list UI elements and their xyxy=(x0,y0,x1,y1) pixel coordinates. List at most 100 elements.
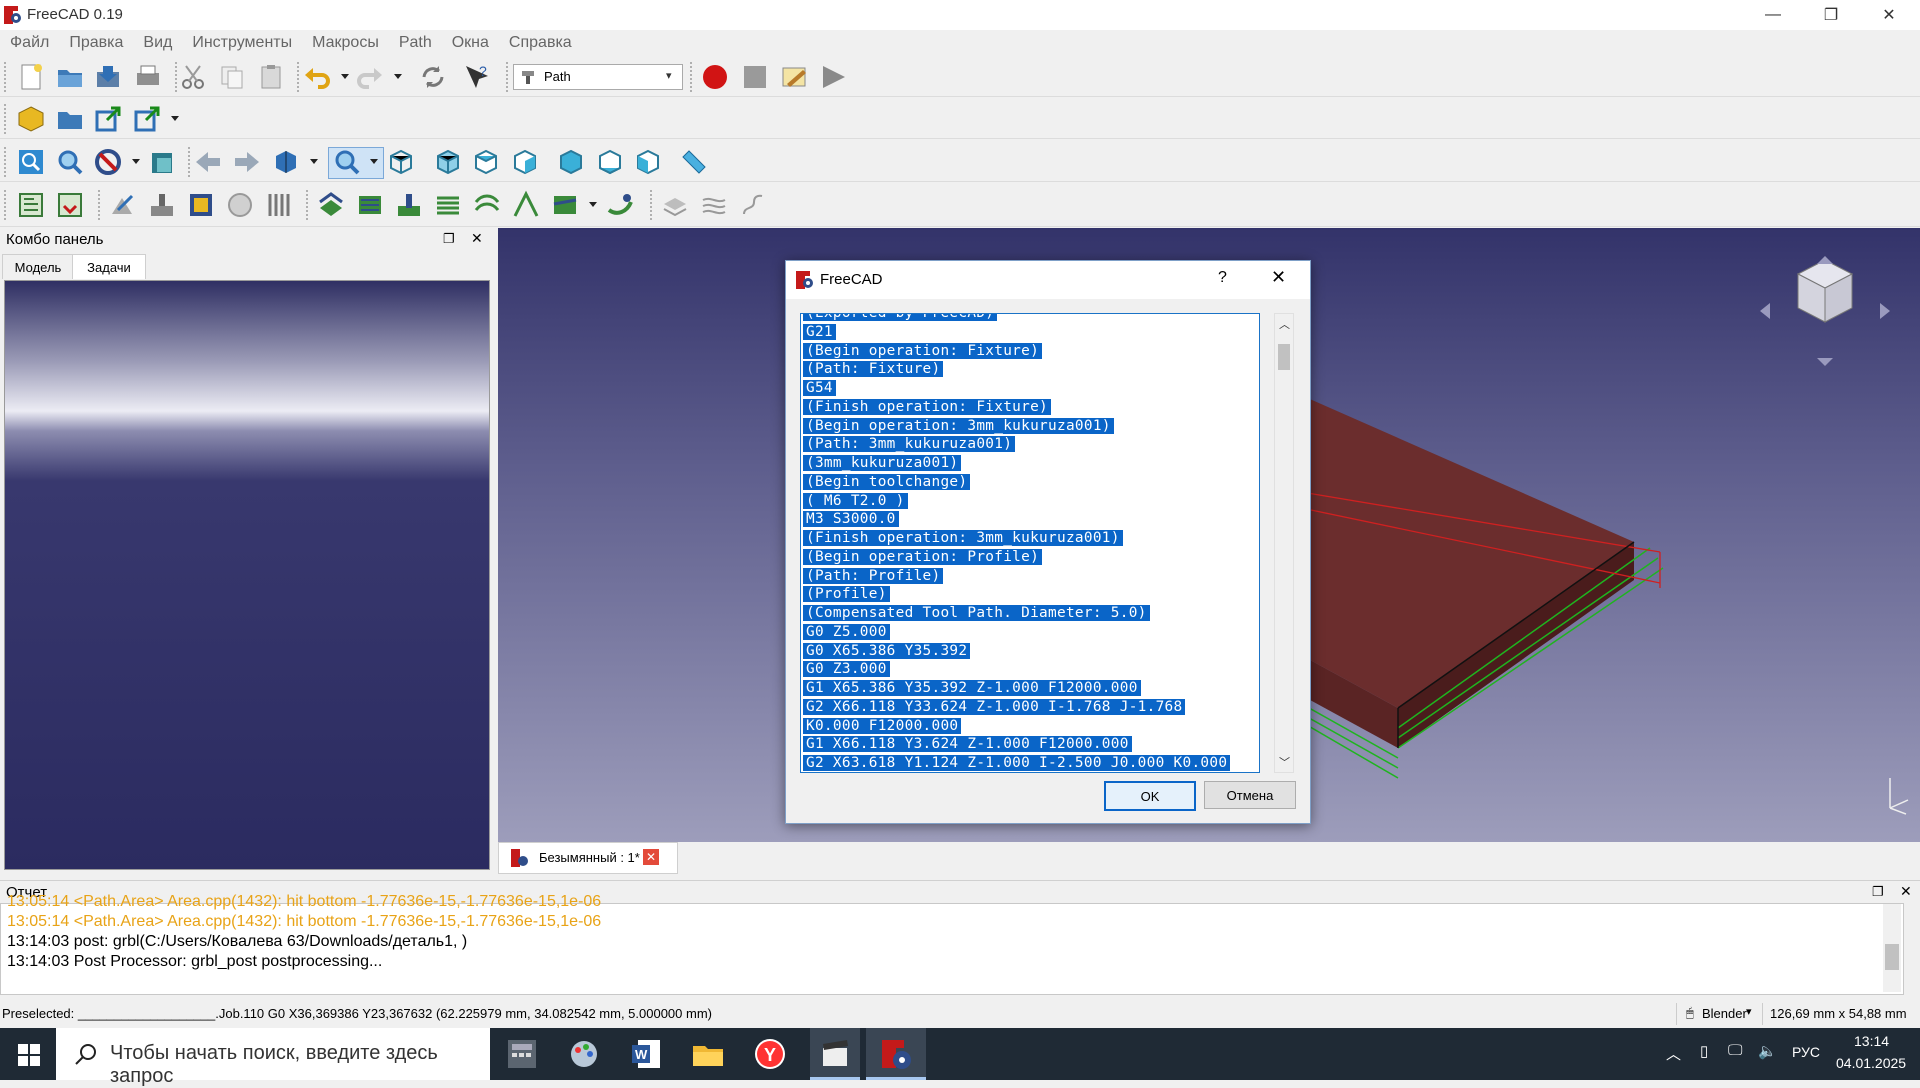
std-views-dropdown-icon[interactable] xyxy=(310,159,318,164)
open-folder-icon[interactable] xyxy=(55,62,85,92)
dressup-icon[interactable] xyxy=(605,190,635,220)
path-sanity-icon[interactable] xyxy=(186,190,216,220)
report-scroll-thumb[interactable] xyxy=(1885,944,1899,970)
toolbar-grip[interactable] xyxy=(4,190,9,220)
word-app-icon[interactable]: W xyxy=(628,1036,664,1072)
minimize-button[interactable]: — xyxy=(1744,0,1802,30)
link-icon[interactable] xyxy=(93,104,123,134)
drilling-icon[interactable] xyxy=(394,190,424,220)
forward-arrow-icon[interactable] xyxy=(232,147,262,177)
float-panel-icon[interactable]: ❐ xyxy=(443,231,455,247)
edit-macro-icon[interactable] xyxy=(779,62,809,92)
menu-file[interactable]: Файл xyxy=(0,34,59,52)
back-arrow-icon[interactable] xyxy=(193,147,223,177)
toolbar-grip[interactable] xyxy=(98,190,103,220)
redo-icon[interactable] xyxy=(355,62,385,92)
whats-this-icon[interactable]: ? xyxy=(462,62,492,92)
document-tab[interactable]: Безымянный : 1* ✕ xyxy=(498,842,678,874)
yandex-browser-icon[interactable]: Y xyxy=(752,1036,788,1072)
show-hidden-icons-icon[interactable]: ︿ xyxy=(1666,1043,1681,1064)
gcode-text-area[interactable]: (Exported by FreeCAD) G21 (Begin operation… xyxy=(800,313,1260,773)
close-window-button[interactable]: ✕ xyxy=(1860,0,1918,30)
run-macro-icon[interactable] xyxy=(818,62,848,92)
cut-icon[interactable] xyxy=(178,62,208,92)
language-indicator[interactable]: РУС xyxy=(1792,1044,1820,1060)
float-report-icon[interactable]: ❐ xyxy=(1872,884,1884,900)
tab-tasks[interactable]: Задачи xyxy=(72,254,146,279)
draw-style-dropdown-icon[interactable] xyxy=(132,159,140,164)
paste-icon[interactable] xyxy=(256,62,286,92)
scroll-down-icon[interactable]: ﹀ xyxy=(1279,754,1290,770)
menu-edit[interactable]: Правка xyxy=(59,34,133,52)
refresh-icon[interactable] xyxy=(418,62,448,92)
menu-macros[interactable]: Макросы xyxy=(302,34,389,52)
left-view-icon[interactable] xyxy=(633,147,663,177)
scroll-up-icon[interactable]: ︿ xyxy=(1279,316,1290,332)
operations-dropdown-icon[interactable] xyxy=(589,202,597,207)
top-view-icon[interactable] xyxy=(471,147,501,177)
new-document-icon[interactable] xyxy=(16,62,46,92)
path-job-icon[interactable] xyxy=(16,190,46,220)
fit-selection-icon[interactable] xyxy=(55,147,85,177)
close-panel-icon[interactable]: ✕ xyxy=(471,230,483,247)
rear-view-icon[interactable] xyxy=(556,147,586,177)
volume-icon[interactable]: 🔈 xyxy=(1758,1042,1777,1060)
calculator-app-icon[interactable] xyxy=(504,1036,540,1072)
engrave-icon[interactable] xyxy=(511,190,541,220)
file-explorer-icon[interactable] xyxy=(690,1036,726,1072)
network-icon[interactable]: 🖵 xyxy=(1728,1042,1742,1059)
clock-date[interactable]: 04.01.2025 xyxy=(1836,1055,1906,1071)
clapperboard-app-icon[interactable] xyxy=(817,1036,853,1072)
path-copy-icon[interactable] xyxy=(660,190,690,220)
navigation-style[interactable]: Blender xyxy=(1702,1006,1747,1021)
menu-path[interactable]: Path xyxy=(389,34,442,52)
print-icon[interactable] xyxy=(133,62,163,92)
freecad-taskbar-icon[interactable] xyxy=(878,1036,914,1072)
zoom-icon[interactable] xyxy=(332,147,362,177)
face-icon[interactable] xyxy=(433,190,463,220)
report-view[interactable]: 13:05:14 <Path.Area> Area.cpp(1432): hit… xyxy=(0,893,1904,995)
dialog-close-icon[interactable]: ✕ xyxy=(1271,267,1286,288)
std-views-icon[interactable] xyxy=(271,147,301,177)
fit-all-icon[interactable] xyxy=(16,147,46,177)
undo-dropdown-icon[interactable] xyxy=(341,74,349,79)
helix-icon[interactable] xyxy=(472,190,502,220)
pocket-icon[interactable] xyxy=(355,190,385,220)
tool-bits-icon[interactable] xyxy=(264,190,294,220)
draw-style-icon[interactable] xyxy=(93,147,123,177)
menu-help[interactable]: Справка xyxy=(499,34,582,52)
path-custom-icon[interactable] xyxy=(738,190,768,220)
usb-icon[interactable]: ▯ xyxy=(1700,1042,1708,1060)
toolbar-grip[interactable] xyxy=(4,147,9,177)
workbench-selector[interactable]: Path ▾ xyxy=(513,64,683,90)
navigation-cube-icon[interactable] xyxy=(1760,256,1890,366)
isometric-view-icon[interactable] xyxy=(386,147,416,177)
paint-app-icon[interactable] xyxy=(566,1036,602,1072)
toolbar-grip[interactable] xyxy=(4,62,9,92)
menu-windows[interactable]: Окна xyxy=(442,34,499,52)
report-scrollbar[interactable] xyxy=(1883,904,1901,992)
front-view-icon[interactable] xyxy=(433,147,463,177)
undo-icon[interactable] xyxy=(302,62,332,92)
profile-icon[interactable] xyxy=(316,190,346,220)
tool-library-icon[interactable] xyxy=(225,190,255,220)
gcode-scrollbar[interactable]: ︿ ﹀ xyxy=(1274,313,1294,773)
create-part-icon[interactable] xyxy=(16,104,46,134)
create-group-icon[interactable] xyxy=(55,104,85,134)
toolbar-grip[interactable] xyxy=(690,62,695,92)
right-view-icon[interactable] xyxy=(510,147,540,177)
cancel-button[interactable]: Отмена xyxy=(1204,781,1296,809)
link-actions-icon[interactable] xyxy=(132,104,162,134)
toolbar-grip[interactable] xyxy=(4,104,9,134)
menu-tools[interactable]: Инструменты xyxy=(182,34,302,52)
windows-start-icon[interactable] xyxy=(18,1044,40,1066)
stop-macro-icon[interactable] xyxy=(740,62,770,92)
path-post-icon[interactable] xyxy=(55,190,85,220)
maximize-button[interactable]: ❐ xyxy=(1802,0,1860,30)
dialog-help-button[interactable]: ? xyxy=(1218,269,1227,287)
zoom-dropdown-icon[interactable] xyxy=(370,159,378,164)
tab-model[interactable]: Модель xyxy=(2,254,74,279)
toolbar-grip[interactable] xyxy=(506,62,511,92)
close-report-icon[interactable]: ✕ xyxy=(1900,883,1912,900)
path-array-icon[interactable] xyxy=(699,190,729,220)
